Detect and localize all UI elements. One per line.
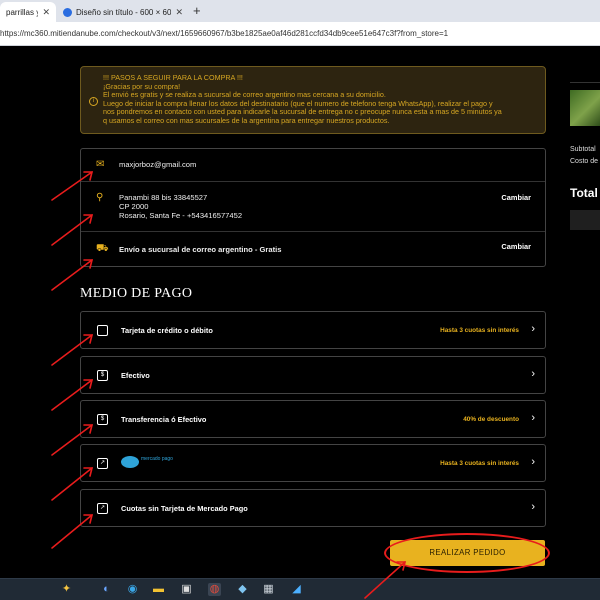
browser-tab-design[interactable]: Diseño sin título - 600 × 600 px ✕ (57, 2, 189, 22)
envelope-icon: ✉ (96, 159, 105, 170)
purchase-steps-notice: i !!! PASOS A SEGUIR PARA LA COMPRA !!! … (80, 66, 546, 134)
payment-option-note: 40% de descuento (463, 416, 519, 423)
url-text: https://mc360.mitiendanube.com/checkout/… (0, 29, 449, 38)
address-line: CP 2000 (119, 202, 149, 211)
chevron-right-icon: › (531, 323, 535, 335)
chevron-right-icon: › (531, 456, 535, 468)
payment-option-label: Tarjeta de crédito o débito (121, 326, 213, 335)
mercadopago-logo-text: mercado pago (141, 456, 173, 462)
new-tab-button[interactable]: + (193, 3, 201, 18)
notice-line: q usamos el correo con mas sucursales de… (103, 115, 390, 125)
cash-icon: $ (97, 414, 108, 425)
email-row: ✉ maxjorboz@gmail.com (81, 149, 545, 182)
external-link-icon: ↗ (97, 503, 108, 514)
chevron-right-icon: › (531, 501, 535, 513)
change-address-link[interactable]: Cambiar (501, 193, 531, 202)
credit-card-icon (97, 325, 108, 336)
close-tab-icon[interactable]: ✕ (42, 7, 50, 18)
payment-option-mercadopago[interactable]: ↗ mercado pago Hasta 3 cuotas sin interé… (80, 444, 546, 482)
calculator-icon[interactable]: ▦ (262, 583, 275, 596)
payment-option-card[interactable]: Tarjeta de crédito o débito Hasta 3 cuot… (80, 311, 546, 349)
cash-icon: $ (97, 370, 108, 381)
address-block: Panambi 88 bis 33845527 CP 2000 Rosario,… (119, 193, 242, 220)
close-tab-icon[interactable]: ✕ (175, 7, 183, 18)
chevron-right-icon: › (531, 368, 535, 380)
mercadopago-handshake-icon (121, 456, 139, 468)
chrome-icon[interactable]: ◍ (208, 583, 221, 596)
chevron-right-icon: › (531, 412, 535, 424)
payment-option-mp-installments[interactable]: ↗ Cuotas sin Tarjeta de Mercado Pago › (80, 489, 546, 527)
canva-favicon-icon (63, 7, 72, 17)
shipping-row: ⛟ Envío a sucursal de correo argentino -… (81, 232, 545, 268)
payment-option-label: Cuotas sin Tarjeta de Mercado Pago (121, 504, 248, 513)
discount-code-field[interactable] (570, 210, 600, 230)
widgets-icon[interactable]: ✦ (60, 583, 73, 596)
payment-option-label: Transferencia ó Efectivo (121, 415, 207, 424)
address-line: Panambi 88 bis 33845527 (119, 193, 208, 202)
address-bar[interactable]: https://mc360.mitiendanube.com/checkout/… (0, 22, 600, 46)
sidebar-divider (570, 82, 600, 83)
windows-taskbar: ✦ ◐ ◉ ▬ ▣ ◍ ◆ ▦ ◢ (0, 578, 600, 600)
app-icon[interactable]: ◆ (236, 583, 249, 596)
product-thumbnail (570, 90, 600, 126)
mercadopago-logo: mercado pago (121, 456, 173, 470)
browser-tab-label: Diseño sin título - 600 × 600 px (76, 7, 172, 17)
payment-option-transfer[interactable]: $ Transferencia ó Efectivo 40% de descue… (80, 400, 546, 438)
store-icon[interactable]: ▣ (180, 583, 193, 596)
subtotal-label: Subtotal (570, 146, 596, 153)
address-row: ⚲ Panambi 88 bis 33845527 CP 2000 Rosari… (81, 182, 545, 232)
external-link-icon: ↗ (97, 458, 108, 469)
truck-icon: ⛟ (96, 243, 109, 254)
info-icon: i (89, 97, 98, 106)
copilot-icon[interactable]: ◐ (100, 583, 113, 596)
location-pin-icon: ⚲ (96, 192, 104, 203)
payment-option-label: Efectivo (121, 371, 150, 380)
payment-option-note: Hasta 3 cuotas sin interés (440, 460, 519, 467)
change-shipping-link[interactable]: Cambiar (501, 242, 531, 251)
edge-icon[interactable]: ◉ (126, 583, 139, 596)
browser-tab-bar: parrillas y m ✕ Diseño sin título - 600 … (0, 0, 600, 22)
shipping-cost-label: Costo de (570, 158, 599, 165)
browser-tab-label: parrillas y m (6, 7, 39, 17)
annotation-circle (384, 533, 550, 573)
shipping-text: Envío a sucursal de correo argentino - G… (119, 245, 282, 254)
payment-section-title: MEDIO DE PAGO (80, 286, 193, 301)
total-label: Total (570, 186, 598, 200)
photos-icon[interactable]: ◢ (290, 583, 303, 596)
file-explorer-icon[interactable]: ▬ (152, 583, 165, 596)
payment-option-cash[interactable]: $ Efectivo › (80, 356, 546, 394)
payment-option-note: Hasta 3 cuotas sin interés (440, 327, 519, 334)
order-info-box: ✉ maxjorboz@gmail.com ⚲ Panambi 88 bis 3… (80, 148, 546, 267)
email-text: maxjorboz@gmail.com (119, 160, 197, 169)
address-line: Rosario, Santa Fe - +543416577452 (119, 211, 243, 220)
browser-tab-store[interactable]: parrillas y m ✕ (0, 2, 56, 22)
